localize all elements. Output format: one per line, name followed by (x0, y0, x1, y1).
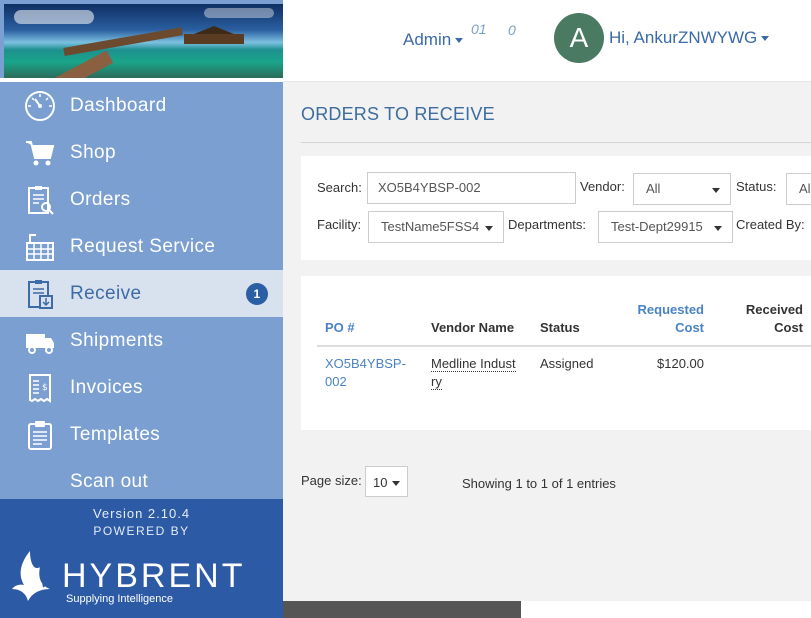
sidebar-item-label: Dashboard (70, 94, 167, 116)
svg-text:$: $ (42, 383, 48, 393)
vendor-label: Vendor: (580, 179, 625, 194)
departments-label: Departments: (508, 217, 587, 232)
created-by-label: Created By: (736, 217, 805, 232)
sidebar-item-templates[interactable]: Templates (0, 411, 283, 458)
dashboard-icon (22, 88, 58, 124)
status-select-value: All (799, 181, 811, 196)
sidebar-item-invoices[interactable]: $ Invoices (0, 364, 283, 411)
page-size-label: Page size: (301, 473, 362, 488)
brand-name: HYBRENT (62, 557, 246, 595)
column-header-received-cost[interactable]: Received Cost (703, 301, 803, 337)
column-header-po[interactable]: PO # (325, 319, 355, 337)
departments-select[interactable]: Test-Dept29915 (598, 211, 733, 243)
departments-select-value: Test-Dept29915 (611, 219, 703, 234)
column-header-line: Received (745, 302, 803, 317)
sidebar-item-label: Shipments (70, 329, 164, 351)
admin-label: Admin (403, 30, 452, 49)
orders-icon (22, 182, 58, 218)
sidebar-nav: Dashboard Shop Orders Request Service Re… (0, 82, 283, 505)
column-header-line: Requested (637, 302, 704, 317)
sidebar-item-label: Receive (70, 282, 142, 304)
sidebar: Dashboard Shop Orders Request Service Re… (0, 0, 283, 618)
notification-count-one[interactable]: 01 (471, 21, 487, 37)
scrollbar-thumb[interactable] (283, 601, 521, 618)
version-text: Version 2.10.4 (92, 506, 191, 521)
sidebar-item-label: Request Service (70, 235, 216, 257)
sidebar-item-dashboard[interactable]: Dashboard (0, 82, 283, 129)
sidebar-item-label: Templates (70, 423, 161, 445)
facility-select-value: TestName5FSS4 (381, 219, 480, 234)
facility-select[interactable]: TestName5FSS4 (368, 211, 504, 243)
truck-icon (22, 323, 58, 359)
chevron-down-icon (392, 481, 400, 486)
greeting-text: Hi, AnkurZNWYWG (609, 28, 758, 47)
po-number-link[interactable]: XO5B4YBSP- 002 (325, 355, 406, 391)
facility-label: Facility: (317, 217, 362, 232)
top-header: Admin 01 0 A Hi, AnkurZNWYWG (283, 0, 811, 82)
column-header-status[interactable]: Status (540, 319, 580, 337)
sidebar-item-orders[interactable]: Orders (0, 176, 283, 223)
requested-cost-cell: $120.00 (657, 356, 704, 371)
po-line: XO5B4YBSP- (325, 356, 406, 371)
sidebar-item-label: Shop (70, 141, 116, 163)
header-divider (317, 345, 811, 347)
clipboard-icon (22, 417, 58, 453)
column-header-line: Cost (675, 320, 704, 335)
status-select[interactable]: All (786, 173, 811, 205)
user-menu-dropdown[interactable]: Hi, AnkurZNWYWG (609, 28, 770, 48)
search-input[interactable]: XO5B4YBSP-002 (367, 172, 576, 204)
vendor-line: ry (431, 374, 442, 390)
header-beach-image (4, 4, 283, 78)
sidebar-item-receive[interactable]: Receive 1 (0, 270, 283, 317)
receive-icon (22, 276, 58, 312)
avatar[interactable]: A (554, 13, 604, 63)
admin-dropdown[interactable]: Admin (403, 30, 464, 50)
page-title: ORDERS TO RECEIVE (301, 104, 495, 124)
receive-count-badge: 1 (246, 283, 268, 305)
filter-panel: Search: XO5B4YBSP-002 Vendor: All Status… (301, 156, 811, 260)
chevron-down-icon (714, 226, 722, 231)
column-header-vendor[interactable]: Vendor Name (431, 319, 514, 337)
title-divider (301, 142, 811, 143)
hybrent-logo: HYBRENT Supplying Intelligence (10, 549, 245, 611)
horizontal-scrollbar[interactable] (283, 601, 811, 618)
page-size-value: 10 (373, 475, 388, 490)
vendor-line: Medline Indust (431, 356, 516, 372)
cart-icon (22, 135, 58, 171)
chevron-down-icon (712, 188, 720, 193)
sidebar-item-label: Scan out (70, 470, 149, 492)
search-label: Search: (317, 180, 362, 195)
sidebar-item-label: Invoices (70, 376, 143, 398)
page-size-select[interactable]: 10 (365, 466, 408, 497)
chevron-down-icon (455, 38, 464, 44)
chevron-down-icon (761, 36, 770, 42)
sidebar-item-request-service[interactable]: Request Service (0, 223, 283, 270)
brand-tagline: Supplying Intelligence (66, 593, 174, 605)
chevron-down-icon (485, 226, 493, 231)
invoice-icon: $ (22, 370, 58, 406)
vendor-name-cell: Medline Indust ry (431, 355, 516, 391)
powered-by-text: POWERED BY (93, 524, 190, 538)
vendor-select-value: All (646, 181, 661, 196)
sidebar-item-shipments[interactable]: Shipments (0, 317, 283, 364)
orders-table: PO # Vendor Name Status Requested Cost R… (301, 276, 811, 430)
vendor-select[interactable]: All (633, 173, 731, 205)
sidebar-item-shop[interactable]: Shop (0, 129, 283, 176)
sidebar-item-label: Orders (70, 188, 131, 210)
request-service-icon (22, 229, 58, 265)
notification-count-two[interactable]: 0 (508, 22, 516, 38)
column-header-line: Cost (774, 320, 803, 335)
column-header-requested-cost[interactable]: Requested Cost (601, 301, 704, 337)
hybrent-bird-icon (12, 551, 50, 601)
status-cell: Assigned (540, 356, 594, 371)
sidebar-footer: Version 2.10.4 POWERED BY HYBRENT Supply… (0, 499, 283, 618)
sidebar-item-scan-out[interactable]: Scan out (0, 458, 283, 505)
entries-info: Showing 1 to 1 of 1 entries (462, 476, 616, 491)
po-line: 002 (325, 374, 347, 389)
status-label: Status: (736, 179, 777, 194)
